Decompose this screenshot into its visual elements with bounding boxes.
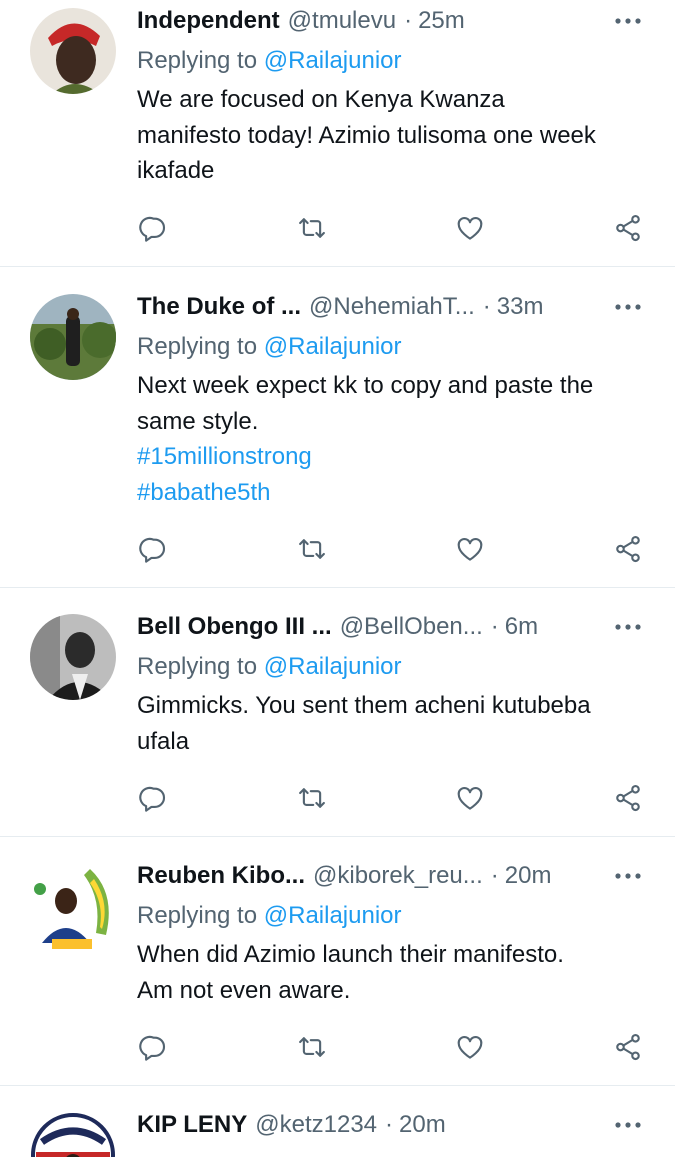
user-handle[interactable]: @tmulevu <box>288 0 396 42</box>
tweet-text-line: When did Azimio launch their manifesto. <box>137 941 564 968</box>
more-icon[interactable] <box>613 6 643 36</box>
separator-dot: · <box>404 7 413 34</box>
tweet-text-line: ikafade <box>137 157 215 184</box>
mention-link[interactable]: @Railajunior <box>264 902 402 929</box>
separator-dot: · <box>385 1111 394 1138</box>
reply-feed: Independent @tmulevu · 25m Replying to @… <box>0 0 675 1157</box>
replying-prefix: Replying to <box>137 902 258 929</box>
like-icon[interactable] <box>453 1030 487 1064</box>
mention-link[interactable]: @Railajunior <box>264 47 402 74</box>
reply-icon[interactable] <box>137 532 171 566</box>
avatar-image <box>30 863 116 949</box>
like-icon[interactable] <box>453 211 487 245</box>
avatar[interactable] <box>30 294 116 380</box>
avatar[interactable] <box>30 863 116 949</box>
more-icon[interactable] <box>613 292 643 322</box>
tweet[interactable]: KIP LENY @ketz1234 · 20m <box>0 1104 675 1157</box>
retweet-icon[interactable] <box>295 781 329 815</box>
display-name[interactable]: The Duke of ... <box>137 286 301 328</box>
tweet-header: Bell Obengo III ... @BellOben... · 6m <box>137 606 645 648</box>
share-icon[interactable] <box>611 532 645 566</box>
retweet-icon[interactable] <box>295 532 329 566</box>
timestamp[interactable]: 33m <box>497 286 544 328</box>
reply-icon[interactable] <box>137 1030 171 1064</box>
tweet-header: The Duke of ... @NehemiahT... · 33m <box>137 286 645 328</box>
tweet-text-line: We are focused on Kenya Kwanza <box>137 86 505 113</box>
hashtag-link[interactable]: #babathe5th <box>137 475 657 511</box>
like-icon[interactable] <box>453 781 487 815</box>
more-icon[interactable] <box>613 861 643 891</box>
user-handle[interactable]: @BellOben... <box>340 606 483 648</box>
hashtag-link[interactable]: #15millionstrong <box>137 439 657 475</box>
replying-prefix: Replying to <box>137 653 258 680</box>
retweet-icon[interactable] <box>295 1030 329 1064</box>
mention-link[interactable]: @Railajunior <box>264 333 402 360</box>
tweet[interactable]: Bell Obengo III ... @BellOben... · 6m Re… <box>0 606 675 837</box>
share-icon[interactable] <box>611 1030 645 1064</box>
replying-to: Replying to @Railajunior <box>137 326 402 368</box>
tweet-header: KIP LENY @ketz1234 · 20m <box>137 1104 645 1146</box>
user-handle[interactable]: @ketz1234 <box>255 1104 377 1146</box>
share-icon[interactable] <box>611 211 645 245</box>
tweet-text-line: same style. <box>137 407 259 435</box>
more-icon[interactable] <box>613 1110 643 1140</box>
tweet-text-line: Next week expect kk to copy and paste th… <box>137 372 594 399</box>
tweet[interactable]: Reuben Kibo... @kiborek_reu... · 20m Rep… <box>0 855 675 1086</box>
tweet-text-line: Am not even aware. <box>137 976 351 1004</box>
display-name[interactable]: KIP LENY <box>137 1104 247 1146</box>
user-handle[interactable]: @NehemiahT... <box>309 286 475 328</box>
share-icon[interactable] <box>611 781 645 815</box>
retweet-icon[interactable] <box>295 211 329 245</box>
avatar-image <box>30 294 116 380</box>
tweet-header: Reuben Kibo... @kiborek_reu... · 20m <box>137 855 645 897</box>
avatar[interactable] <box>30 614 116 700</box>
action-bar <box>137 781 645 815</box>
avatar-image <box>30 614 116 700</box>
more-icon[interactable] <box>613 612 643 642</box>
avatar[interactable] <box>30 1112 116 1157</box>
replying-prefix: Replying to <box>137 333 258 360</box>
avatar-image <box>30 8 116 94</box>
separator-dot: · <box>482 293 491 320</box>
like-icon[interactable] <box>453 532 487 566</box>
tweet-text-line: manifesto today! Azimio tulisoma one wee… <box>137 121 596 149</box>
display-name[interactable]: Bell Obengo III ... <box>137 606 332 648</box>
action-bar <box>137 1030 645 1064</box>
separator-dot: · <box>490 613 499 640</box>
display-name[interactable]: Independent <box>137 0 280 42</box>
avatar[interactable] <box>30 8 116 94</box>
user-handle[interactable]: @kiborek_reu... <box>313 855 483 897</box>
timestamp[interactable]: 25m <box>418 0 465 42</box>
tweet-text-line: Gimmicks. You sent them acheni kutubeba <box>137 692 591 719</box>
timestamp[interactable]: 20m <box>399 1104 446 1146</box>
replying-to: Replying to @Railajunior <box>137 895 402 937</box>
tweet-header: Independent @tmulevu · 25m <box>137 0 645 42</box>
timestamp[interactable]: 20m <box>505 855 552 897</box>
replying-to: Replying to @Railajunior <box>137 646 402 688</box>
mention-link[interactable]: @Railajunior <box>264 653 402 680</box>
action-bar <box>137 532 645 566</box>
tweet-text: We are focused on Kenya Kwanza manifesto… <box>137 82 657 189</box>
reply-icon[interactable] <box>137 781 171 815</box>
replying-to: Replying to @Railajunior <box>137 40 402 82</box>
timestamp[interactable]: 6m <box>505 606 538 648</box>
tweet[interactable]: The Duke of ... @NehemiahT... · 33m Repl… <box>0 286 675 588</box>
avatar-image <box>30 1112 116 1157</box>
separator-dot: · <box>490 862 499 889</box>
action-bar <box>137 211 645 245</box>
tweet-text-line: ufala <box>137 727 190 755</box>
tweet[interactable]: Independent @tmulevu · 25m Replying to @… <box>0 0 675 267</box>
tweet-text: Next week expect kk to copy and paste th… <box>137 368 657 510</box>
tweet-text: When did Azimio launch their manifesto. … <box>137 937 657 1008</box>
display-name[interactable]: Reuben Kibo... <box>137 855 305 897</box>
reply-icon[interactable] <box>137 211 171 245</box>
replying-prefix: Replying to <box>137 47 258 74</box>
tweet-text: Gimmicks. You sent them acheni kutubeba … <box>137 688 657 759</box>
